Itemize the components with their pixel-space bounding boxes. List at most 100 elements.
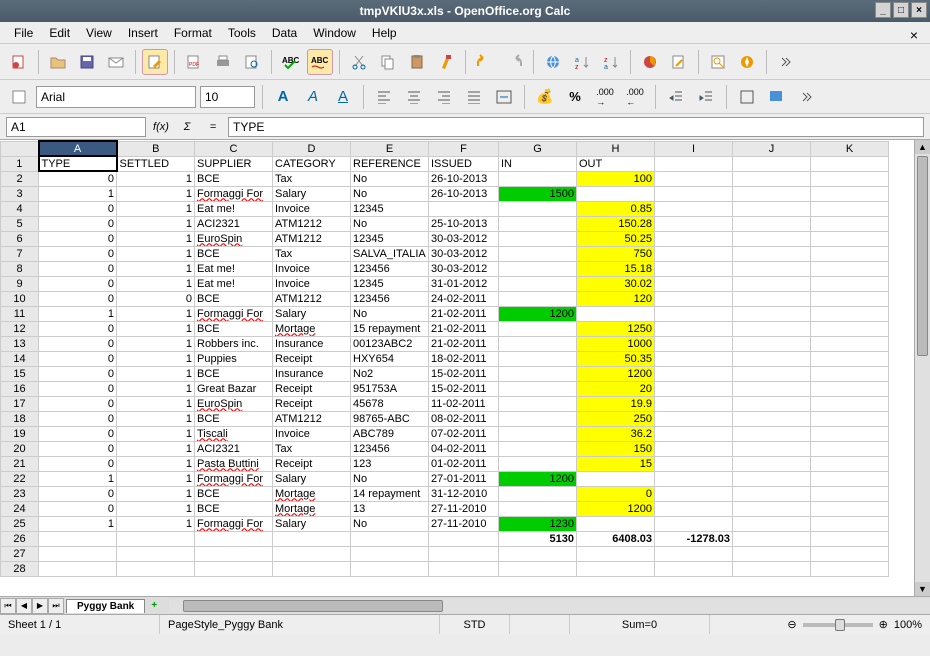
undo-icon[interactable] [472, 49, 498, 75]
cell-F8[interactable]: 30-03-2012 [429, 261, 499, 276]
sheet-tab[interactable]: Pyggy Bank [66, 599, 145, 613]
cell-K4[interactable] [811, 201, 889, 216]
cell-A10[interactable]: 0 [39, 291, 117, 306]
cell-C5[interactable]: ACI2321 [195, 216, 273, 231]
cell-D28[interactable] [273, 561, 351, 576]
cell-F21[interactable]: 01-02-2011 [429, 456, 499, 471]
cell-A1[interactable]: TYPE [39, 156, 117, 171]
cell-J16[interactable] [733, 381, 811, 396]
email-icon[interactable] [103, 49, 129, 75]
copy-icon[interactable] [375, 49, 401, 75]
cell-C23[interactable]: BCE [195, 486, 273, 501]
cell-H12[interactable]: 1250 [577, 321, 655, 336]
print-icon[interactable] [210, 49, 236, 75]
cell-H26[interactable]: 6408.03 [577, 531, 655, 546]
format-overflow-icon[interactable] [794, 84, 820, 110]
cell-I2[interactable] [655, 171, 733, 186]
cell-C19[interactable]: Tiscali [195, 426, 273, 441]
col-header-C[interactable]: C [195, 141, 273, 156]
bold-icon[interactable]: A [270, 84, 296, 110]
bgcolor-icon[interactable] [764, 84, 790, 110]
cell-H4[interactable]: 0.85 [577, 201, 655, 216]
col-header-J[interactable]: J [733, 141, 811, 156]
cell-E19[interactable]: ABC789 [351, 426, 429, 441]
scroll-thumb[interactable] [917, 156, 928, 356]
cell-A24[interactable]: 0 [39, 501, 117, 516]
row-header-8[interactable]: 8 [1, 261, 39, 276]
cell-H18[interactable]: 250 [577, 411, 655, 426]
cell-H27[interactable] [577, 546, 655, 561]
cell-F26[interactable] [429, 531, 499, 546]
zoom-in-icon[interactable]: ⊕ [879, 618, 888, 631]
cell-K20[interactable] [811, 441, 889, 456]
cell-H11[interactable] [577, 306, 655, 321]
cell-J17[interactable] [733, 396, 811, 411]
row-header-22[interactable]: 22 [1, 471, 39, 486]
cell-C25[interactable]: Formaggi For [195, 516, 273, 531]
cell-E26[interactable] [351, 531, 429, 546]
cell-E13[interactable]: 00123ABC2 [351, 336, 429, 351]
cell-J24[interactable] [733, 501, 811, 516]
cell-D15[interactable]: Insurance [273, 366, 351, 381]
cell-H21[interactable]: 15 [577, 456, 655, 471]
tab-first-icon[interactable]: ⏮ [0, 598, 16, 614]
cell-I26[interactable]: -1278.03 [655, 531, 733, 546]
cell-D24[interactable]: Mortage [273, 501, 351, 516]
cell-G9[interactable] [499, 276, 577, 291]
cell-B19[interactable]: 1 [117, 426, 195, 441]
row-header-14[interactable]: 14 [1, 351, 39, 366]
cell-K23[interactable] [811, 486, 889, 501]
cell-C2[interactable]: BCE [195, 171, 273, 186]
cell-H22[interactable] [577, 471, 655, 486]
cell-G25[interactable]: 1230 [499, 516, 577, 531]
cell-H15[interactable]: 1200 [577, 366, 655, 381]
cell-G17[interactable] [499, 396, 577, 411]
cell-H6[interactable]: 50.25 [577, 231, 655, 246]
cell-I20[interactable] [655, 441, 733, 456]
cell-F19[interactable]: 07-02-2011 [429, 426, 499, 441]
cell-C20[interactable]: ACI2321 [195, 441, 273, 456]
cell-B6[interactable]: 1 [117, 231, 195, 246]
cell-H8[interactable]: 15.18 [577, 261, 655, 276]
toolbar-overflow-icon[interactable] [773, 49, 799, 75]
cell-F6[interactable]: 30-03-2012 [429, 231, 499, 246]
cell-J10[interactable] [733, 291, 811, 306]
cell-J28[interactable] [733, 561, 811, 576]
cell-A19[interactable]: 0 [39, 426, 117, 441]
row-header-20[interactable]: 20 [1, 441, 39, 456]
align-justify-icon[interactable] [461, 84, 487, 110]
cell-A25[interactable]: 1 [39, 516, 117, 531]
row-header-28[interactable]: 28 [1, 561, 39, 576]
cell-D21[interactable]: Receipt [273, 456, 351, 471]
cell-E1[interactable]: REFERENCE [351, 156, 429, 171]
cell-C7[interactable]: BCE [195, 246, 273, 261]
cell-I17[interactable] [655, 396, 733, 411]
cell-D16[interactable]: Receipt [273, 381, 351, 396]
cell-J6[interactable] [733, 231, 811, 246]
cell-F12[interactable]: 21-02-2011 [429, 321, 499, 336]
spellcheck-icon[interactable]: ABC [278, 49, 304, 75]
spreadsheet-grid[interactable]: ABCDEFGHIJK1TYPESETTLEDSUPPLIERCATEGORYR… [0, 140, 930, 596]
cell-D19[interactable]: Invoice [273, 426, 351, 441]
decrease-indent-icon[interactable] [663, 84, 689, 110]
cell-B2[interactable]: 1 [117, 171, 195, 186]
cell-F14[interactable]: 18-02-2011 [429, 351, 499, 366]
cell-C18[interactable]: BCE [195, 411, 273, 426]
cell-G24[interactable] [499, 501, 577, 516]
row-header-26[interactable]: 26 [1, 531, 39, 546]
col-header-I[interactable]: I [655, 141, 733, 156]
cell-B10[interactable]: 0 [117, 291, 195, 306]
cell-J23[interactable] [733, 486, 811, 501]
cell-C16[interactable]: Great Bazar [195, 381, 273, 396]
cell-D10[interactable]: ATM1212 [273, 291, 351, 306]
cell-I24[interactable] [655, 501, 733, 516]
cell-J26[interactable] [733, 531, 811, 546]
cell-A3[interactable]: 1 [39, 186, 117, 201]
cell-K3[interactable] [811, 186, 889, 201]
cell-J8[interactable] [733, 261, 811, 276]
cell-I10[interactable] [655, 291, 733, 306]
cell-G27[interactable] [499, 546, 577, 561]
cell-C17[interactable]: EuroSpin [195, 396, 273, 411]
cell-K18[interactable] [811, 411, 889, 426]
add-sheet-icon[interactable]: + [147, 599, 161, 613]
